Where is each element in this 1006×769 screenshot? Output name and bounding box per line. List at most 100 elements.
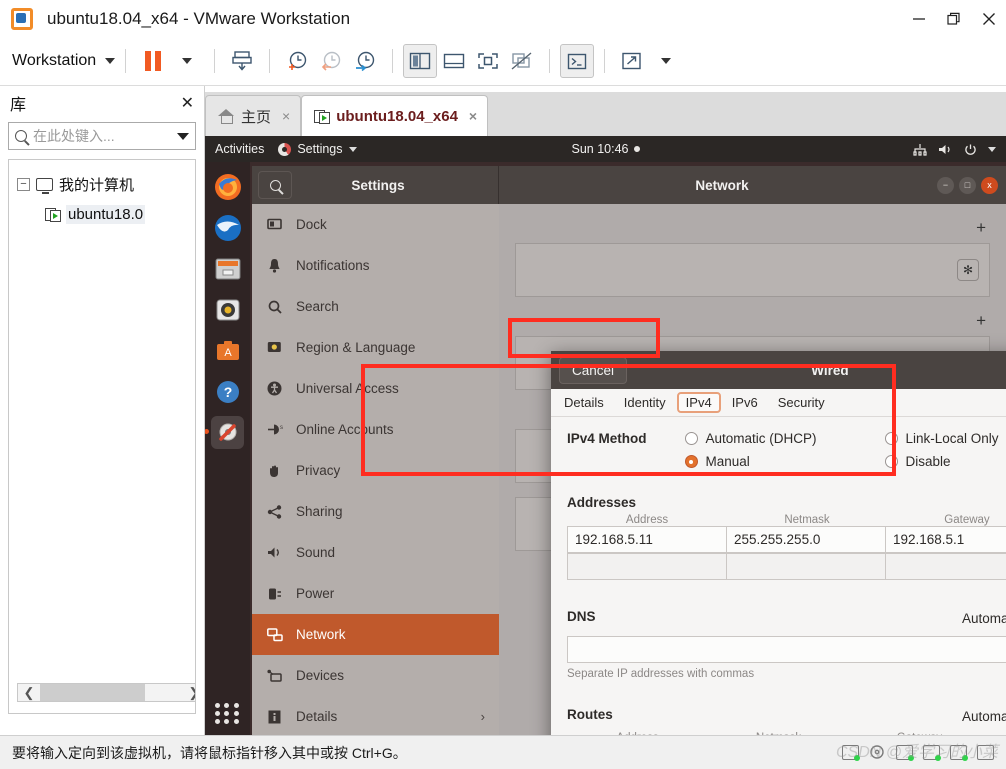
tab-close-icon[interactable]: ×: [469, 108, 477, 124]
dock-item-files[interactable]: [211, 252, 244, 285]
settings-maximize-button[interactable]: □: [959, 176, 976, 194]
pause-dropdown-button[interactable]: [170, 44, 204, 78]
settings-search-button[interactable]: [258, 171, 292, 199]
restore-button[interactable]: [936, 0, 971, 37]
minimize-button[interactable]: [901, 0, 936, 37]
chevron-left-icon[interactable]: ❮: [18, 685, 40, 701]
workstation-menu-button[interactable]: Workstation: [12, 52, 116, 70]
library-search-input[interactable]: 在此处键入...: [33, 126, 171, 146]
sidebar-item-region-language[interactable]: Region & Language: [252, 327, 499, 368]
network-connection-card[interactable]: ✻: [515, 243, 990, 297]
gateway-input[interactable]: 192.168.5.1: [885, 526, 1006, 553]
sidebar-item-privacy[interactable]: Privacy: [252, 450, 499, 491]
pause-button[interactable]: [136, 44, 170, 78]
netmask-input[interactable]: 255.255.255.0: [726, 526, 886, 553]
address-input[interactable]: 192.168.5.11: [567, 526, 727, 553]
take-snapshot-button[interactable]: [280, 44, 314, 78]
sidebar-item-sound[interactable]: Sound: [252, 532, 499, 573]
sidebar-item-universal-access[interactable]: Universal Access: [252, 368, 499, 409]
chevron-down-icon[interactable]: [988, 146, 996, 152]
tree-item-ubuntu-vm[interactable]: ubuntu18.0: [9, 199, 195, 229]
tab-ubuntu-vm[interactable]: ubuntu18.04_x64 ×: [301, 95, 489, 136]
settings-minimize-button[interactable]: −: [937, 176, 954, 194]
chevron-down-icon[interactable]: [177, 132, 189, 140]
sidebar-item-dock[interactable]: Dock: [252, 204, 499, 245]
settings-swirl-icon: [278, 142, 292, 156]
radio-automatic-dhcp[interactable]: Automatic (DHCP): [684, 431, 885, 446]
tab-ipv6[interactable]: IPv6: [723, 392, 767, 413]
fullscreen-button[interactable]: [471, 44, 505, 78]
tree-item-my-computer[interactable]: − 我的计算机: [9, 169, 195, 199]
sidebar-item-notifications[interactable]: Notifications: [252, 245, 499, 286]
chevron-down-icon: [348, 146, 357, 152]
console-button[interactable]: [560, 44, 595, 78]
revert-snapshot-button[interactable]: [314, 44, 348, 78]
vmware-workstation-window: ubuntu18.04_x64 - VMware Workstation Wor…: [0, 0, 1006, 769]
add-network-button[interactable]: +: [515, 218, 990, 238]
snapshot-manager-button[interactable]: [348, 44, 382, 78]
library-close-button[interactable]: ✕: [181, 93, 194, 113]
settings-close-button[interactable]: x: [981, 176, 998, 194]
printer-icon[interactable]: [950, 745, 968, 761]
stretch-dropdown-button[interactable]: [649, 44, 683, 78]
dns-input[interactable]: [567, 636, 1006, 663]
show-thumbnail-bar-button[interactable]: [437, 44, 471, 78]
dock-item-settings[interactable]: [205, 416, 244, 449]
toolbar-divider: [604, 49, 606, 73]
network-adapter-icon[interactable]: [896, 745, 914, 761]
dns-title: DNS: [567, 608, 596, 624]
dock-item-help[interactable]: ?: [211, 375, 244, 408]
hard-disk-icon[interactable]: [842, 745, 860, 761]
cancel-button[interactable]: Cancel: [559, 356, 628, 384]
system-status-area[interactable]: [913, 143, 996, 156]
sidebar-item-network[interactable]: Network: [252, 614, 499, 655]
netmask-input[interactable]: [726, 553, 886, 580]
share-icon: [266, 503, 283, 520]
radio-link-local-only[interactable]: Link-Local Only: [884, 431, 1006, 446]
snapshot-button[interactable]: [225, 44, 259, 78]
show-applications-button[interactable]: [214, 703, 241, 724]
addresses-section: Addresses Address Netmask Gateway 192.16…: [567, 495, 1006, 580]
dock-item-firefox[interactable]: [211, 170, 244, 203]
dock-item-libreoffice[interactable]: A: [211, 334, 244, 367]
gear-icon[interactable]: ✻: [957, 259, 979, 281]
display-icon[interactable]: [977, 745, 994, 760]
settings-window-controls: − □ x: [937, 176, 998, 194]
dock-item-rhythmbox[interactable]: [211, 293, 244, 326]
hand-icon: [266, 462, 283, 479]
sidebar-item-online-accounts[interactable]: s Online Accounts: [252, 409, 499, 450]
library-search-box[interactable]: 在此处键入...: [8, 122, 196, 150]
gateway-input[interactable]: [885, 553, 1006, 580]
sidebar-item-devices[interactable]: Devices: [252, 655, 499, 696]
cd-drive-icon[interactable]: [869, 745, 886, 760]
chevron-right-icon[interactable]: ❯: [183, 685, 195, 701]
address-input[interactable]: [567, 553, 727, 580]
library-tree: − 我的计算机 ubuntu18.0 ❮ ❯: [8, 159, 196, 714]
show-library-button[interactable]: [403, 44, 438, 78]
scrollbar-thumb[interactable]: [40, 684, 145, 701]
sidebar-item-power[interactable]: Power: [252, 573, 499, 614]
activities-button[interactable]: Activities: [215, 142, 264, 156]
sidebar-item-details[interactable]: Details ›: [252, 696, 499, 735]
dock-item-thunderbird[interactable]: [211, 211, 244, 244]
svg-text:s: s: [280, 425, 283, 431]
tab-identity[interactable]: Identity: [615, 392, 675, 413]
expander-icon[interactable]: −: [17, 177, 30, 191]
radio-disable[interactable]: Disable: [884, 454, 1006, 469]
tab-security[interactable]: Security: [769, 392, 834, 413]
tab-ipv4[interactable]: IPv4: [676, 392, 721, 413]
unity-mode-button[interactable]: [505, 44, 539, 78]
radio-manual[interactable]: Manual: [684, 454, 885, 469]
tab-details[interactable]: Details: [555, 392, 613, 413]
stretch-button[interactable]: [615, 44, 649, 78]
close-button[interactable]: [971, 0, 1006, 37]
usb-icon[interactable]: [923, 745, 941, 761]
tab-home[interactable]: 主页 ×: [205, 95, 302, 136]
tab-close-icon[interactable]: ×: [282, 108, 290, 124]
sidebar-item-search[interactable]: Search: [252, 286, 499, 327]
online-accounts-icon: s: [266, 421, 283, 438]
app-menu-button[interactable]: Settings: [278, 142, 357, 156]
sidebar-item-sharing[interactable]: Sharing: [252, 491, 499, 532]
library-horizontal-scrollbar[interactable]: ❮ ❯: [17, 683, 195, 702]
add-network-button[interactable]: +: [515, 311, 990, 331]
